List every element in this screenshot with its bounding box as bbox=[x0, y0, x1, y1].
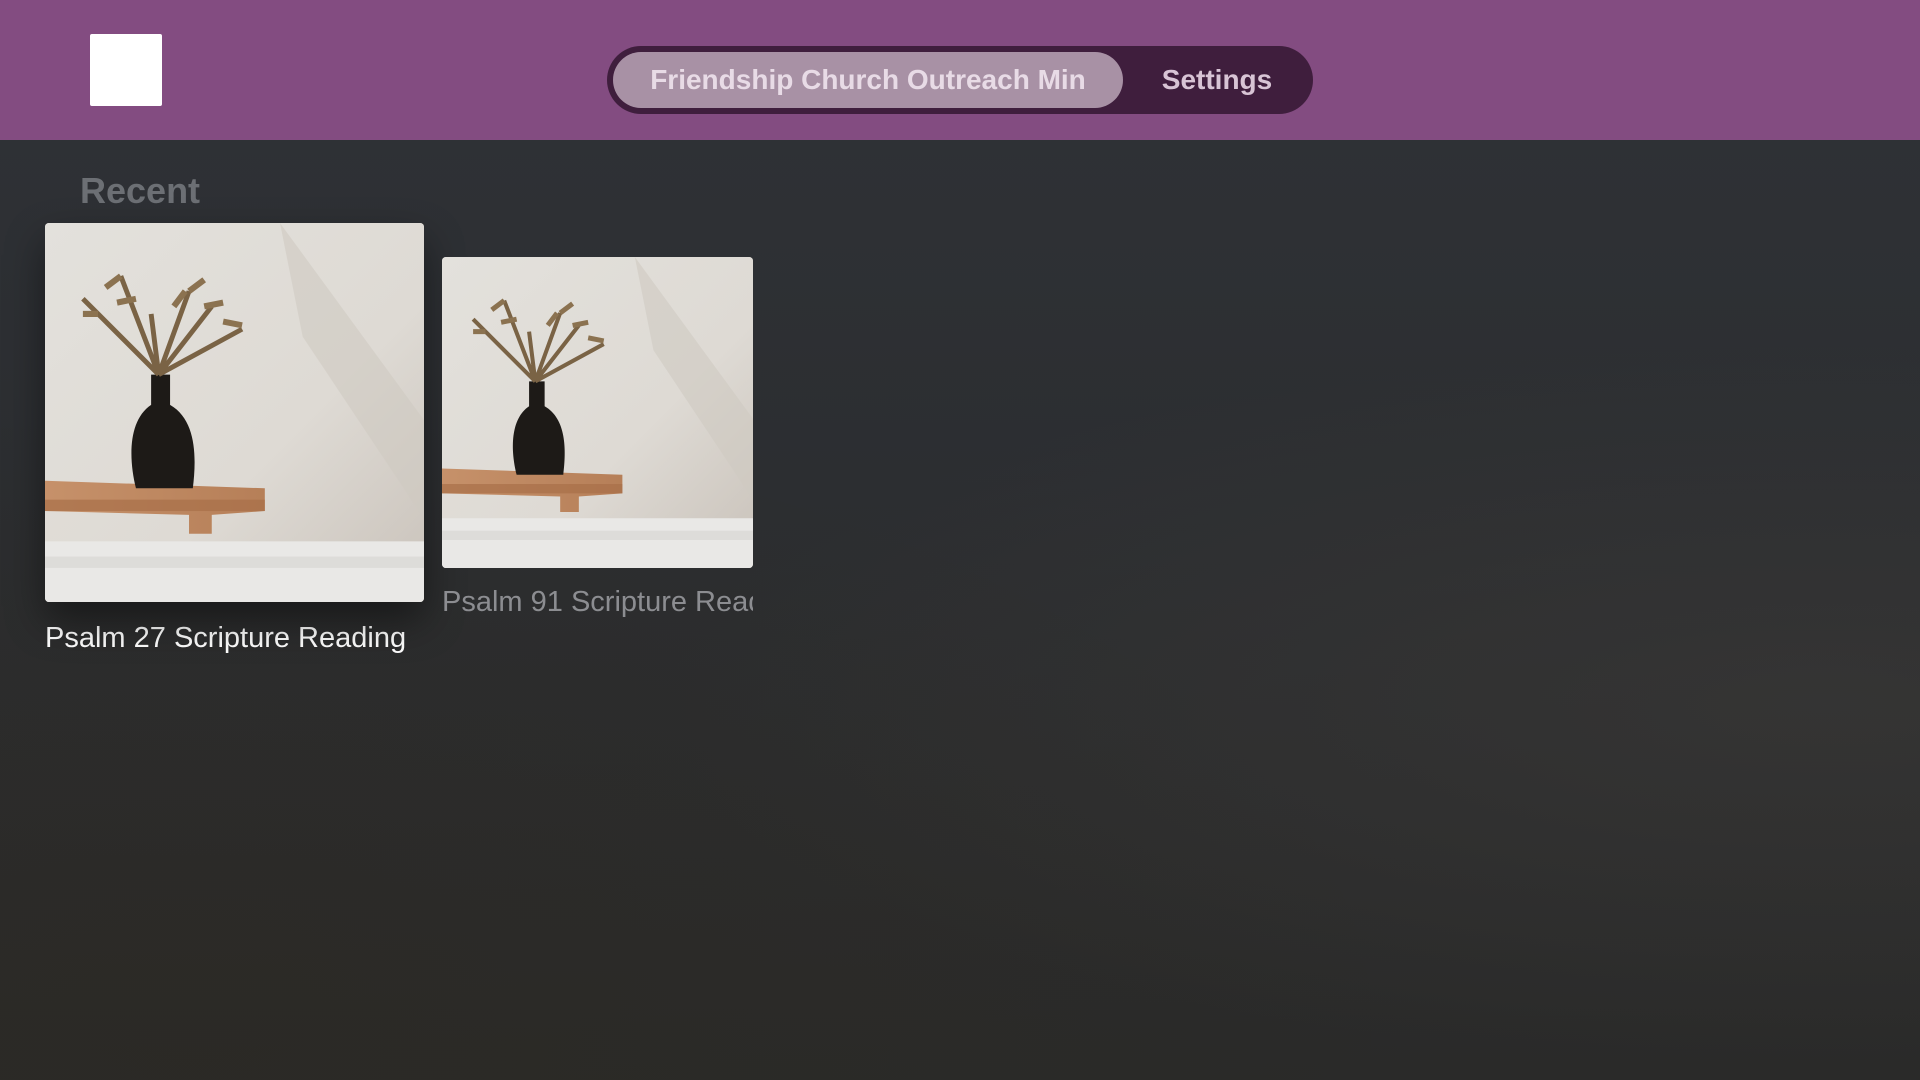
tab-bar: Friendship Church Outreach Min Settings bbox=[607, 46, 1313, 114]
tab-settings[interactable]: Settings bbox=[1137, 52, 1297, 108]
media-card-psalm-91[interactable]: Psalm 91 Scripture Reading bbox=[442, 257, 753, 619]
app-logo-icon[interactable] bbox=[90, 34, 162, 106]
media-card-title: Psalm 27 Scripture Reading bbox=[45, 622, 407, 654]
vase-with-palm-leaves-image bbox=[45, 223, 424, 602]
media-card-psalm-27[interactable]: Psalm 27 Scripture Reading bbox=[45, 223, 424, 655]
top-navigation-bar: Friendship Church Outreach Min Settings bbox=[0, 0, 1920, 140]
vase-with-palm-leaves-image bbox=[442, 257, 753, 568]
media-card-title: Psalm 91 Scripture Reading bbox=[442, 586, 753, 618]
thumbnail-image bbox=[442, 257, 753, 568]
section-title-recent: Recent bbox=[80, 170, 201, 211]
thumbnail-image bbox=[45, 223, 424, 602]
tab-friendship-church-outreach[interactable]: Friendship Church Outreach Min bbox=[613, 52, 1123, 108]
